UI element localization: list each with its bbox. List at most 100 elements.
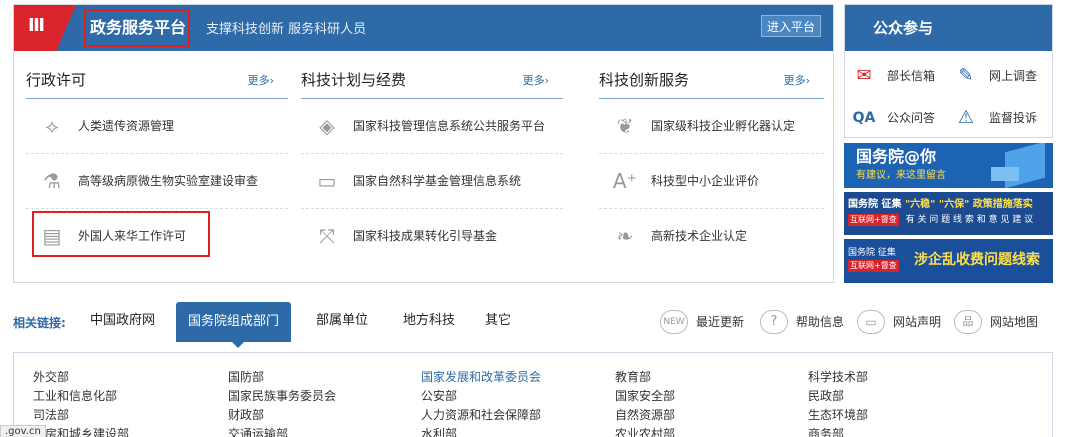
- utility-label[interactable]: 帮助信息: [796, 313, 844, 331]
- service-label[interactable]: 高等级病原微生物实验室建设审查: [78, 171, 258, 191]
- column-title[interactable]: 科技计划与经费: [301, 69, 406, 91]
- banner-title: 国务院@你: [856, 147, 937, 166]
- department-link[interactable]: 国家民族事务委员会: [228, 388, 336, 404]
- service-item[interactable]: ◈ 国家科技管理信息系统公共服务平台: [301, 99, 563, 154]
- service-label[interactable]: 国家科技管理信息系统公共服务平台: [353, 116, 545, 136]
- tab-local-tech[interactable]: 地方科技: [403, 311, 455, 331]
- inspection-tag: 互联网+督查: [848, 260, 899, 272]
- service-label[interactable]: 国家自然科学基金管理信息系统: [353, 171, 521, 191]
- column-header: 科技创新服务 更多›: [599, 65, 824, 99]
- service-label[interactable]: 外国人来华工作许可: [78, 226, 186, 246]
- utility-label[interactable]: 最近更新: [696, 313, 744, 331]
- service-item[interactable]: ▭ 国家自然科学基金管理信息系统: [301, 154, 563, 209]
- service-label[interactable]: 人类遗传资源管理: [78, 116, 174, 136]
- column-header: 科技计划与经费 更多›: [301, 65, 563, 99]
- department-link[interactable]: 民政部: [808, 388, 844, 404]
- service-label[interactable]: 科技型中小企业评价: [651, 171, 759, 191]
- sprout-icon: ❦: [616, 114, 634, 138]
- six-stability-banner[interactable]: 国务院 征集 "六稳" "六保" 政策措施落实 互联网+督查 有 关 问 题 线…: [844, 192, 1053, 235]
- department-link[interactable]: 司法部: [33, 407, 69, 423]
- emblem-badge: Ⅲ: [14, 5, 76, 51]
- service-item[interactable]: ⟡ 人类遗传资源管理: [26, 99, 288, 154]
- state-council-at-you-banner[interactable]: 国务院@你 有建议，来这里留言: [844, 143, 1053, 188]
- department-link[interactable]: 外交部: [33, 369, 69, 385]
- column-title[interactable]: 科技创新服务: [599, 69, 689, 91]
- banner-main-text: 涉企乱收费问题线索: [914, 252, 1040, 268]
- department-link[interactable]: 财政部: [228, 407, 264, 423]
- sitemap-icon: 品: [954, 310, 982, 334]
- emblem-icon: Ⅲ: [28, 15, 46, 36]
- active-tab-notch: [232, 342, 244, 348]
- department-link[interactable]: 住房和城乡建设部: [33, 426, 129, 437]
- new-icon: NEW: [660, 310, 688, 334]
- department-link[interactable]: 工业和信息化部: [33, 388, 117, 404]
- more-link[interactable]: 更多›: [784, 73, 810, 89]
- banner-prefix: 国务院 征集 互联网+督查: [848, 247, 903, 273]
- grade-icon: A⁺: [612, 169, 638, 193]
- public-item-label[interactable]: 网上调查: [989, 67, 1037, 85]
- service-item[interactable]: ❦ 国家级科技企业孵化器认定: [599, 99, 824, 154]
- transfer-icon: ⤧: [319, 224, 335, 248]
- complaint-link[interactable]: ⚠ 监督投诉: [953, 105, 1049, 133]
- department-link[interactable]: 科学技术部: [808, 369, 868, 385]
- platform-title[interactable]: 政务服务平台: [90, 16, 186, 40]
- public-item-label[interactable]: 公众问答: [887, 109, 935, 127]
- dna-icon: ⟡: [45, 114, 59, 138]
- more-link[interactable]: 更多›: [523, 73, 549, 89]
- department-link[interactable]: 生态环境部: [808, 407, 868, 423]
- department-link[interactable]: 农业农村部: [615, 426, 675, 437]
- statement-icon: ▭: [857, 310, 885, 334]
- enter-platform-button[interactable]: 进入平台: [761, 15, 821, 37]
- help-icon: ?: [760, 310, 788, 334]
- department-link[interactable]: 自然资源部: [615, 407, 675, 423]
- flask-icon: ⚗: [43, 169, 61, 193]
- minister-mailbox-link[interactable]: ✉ 部长信箱: [851, 63, 951, 91]
- monitor-illustration-icon: [1005, 143, 1045, 188]
- banner-subline: 互联网+督查 有 关 问 题 线 索 和 意 见 建 议: [848, 214, 1033, 227]
- illegal-fees-banner[interactable]: 国务院 征集 互联网+督查 涉企乱收费问题线索: [844, 239, 1053, 283]
- department-link[interactable]: 国防部: [228, 369, 264, 385]
- department-list: 外交部 工业和信息化部 司法部 住房和城乡建设部 国防部 国家民族事务委员会 财…: [13, 352, 1053, 437]
- tab-china-gov[interactable]: 中国政府网: [90, 311, 155, 331]
- mail-icon: ✉: [856, 65, 872, 86]
- more-link[interactable]: 更多›: [248, 73, 274, 89]
- service-item[interactable]: ▤ 外国人来华工作许可: [26, 209, 288, 264]
- public-qa-link[interactable]: QA 公众问答: [851, 105, 951, 133]
- tab-other[interactable]: 其它: [485, 311, 511, 331]
- department-link[interactable]: 商务部: [808, 426, 844, 437]
- leaf-icon: ❧: [616, 224, 634, 248]
- computer-icon: ▭: [317, 169, 337, 193]
- status-bar-url: .gov.cn: [0, 425, 46, 437]
- public-participation-panel: 公众参与 ✉ 部长信箱 ✎ 网上调查 QA 公众问答 ⚠ 监督投诉: [844, 4, 1053, 138]
- department-link[interactable]: 国家安全部: [615, 388, 675, 404]
- column-title[interactable]: 行政许可: [26, 69, 86, 91]
- keyboard-illustration-icon: [991, 167, 1019, 181]
- department-link[interactable]: 交通运输部: [228, 426, 288, 437]
- service-item[interactable]: ⚗ 高等级病原微生物实验室建设审查: [26, 154, 288, 209]
- public-item-label[interactable]: 监督投诉: [989, 109, 1037, 127]
- inspection-tag: 互联网+督查: [848, 214, 899, 226]
- service-label[interactable]: 国家级科技企业孵化器认定: [651, 116, 795, 136]
- platform-subtitle: 支撑科技创新 服务科研人员: [206, 22, 367, 37]
- banner-prefix-text: 国务院 征集: [848, 248, 896, 258]
- utility-label[interactable]: 网站地图: [990, 313, 1038, 331]
- utility-label[interactable]: 网站声明: [893, 313, 941, 331]
- department-link[interactable]: 公安部: [421, 388, 457, 404]
- department-link[interactable]: 教育部: [615, 369, 651, 385]
- service-label[interactable]: 高新技术企业认定: [651, 226, 747, 246]
- service-item[interactable]: ❧ 高新技术企业认定: [599, 209, 824, 264]
- banner-subline-text: 有 关 问 题 线 索 和 意 见 建 议: [905, 215, 1034, 225]
- department-link[interactable]: 国家发展和改革委员会: [421, 369, 541, 385]
- banner-headline-prefix: 国务院 征集: [848, 199, 902, 210]
- diamond-icon: ◈: [319, 114, 335, 138]
- tab-state-council-departments[interactable]: 国务院组成部门: [176, 302, 292, 342]
- online-survey-link[interactable]: ✎ 网上调查: [953, 63, 1049, 91]
- department-link[interactable]: 人力资源和社会保障部: [421, 407, 541, 423]
- department-link[interactable]: 水利部: [421, 426, 457, 437]
- public-item-label[interactable]: 部长信箱: [887, 67, 935, 85]
- service-label[interactable]: 国家科技成果转化引导基金: [353, 226, 497, 246]
- tab-affiliated-units[interactable]: 部属单位: [316, 311, 368, 331]
- service-item[interactable]: A⁺ 科技型中小企业评价: [599, 154, 824, 209]
- banner-subtitle: 有建议，来这里留言: [856, 170, 946, 181]
- service-item[interactable]: ⤧ 国家科技成果转化引导基金: [301, 209, 563, 264]
